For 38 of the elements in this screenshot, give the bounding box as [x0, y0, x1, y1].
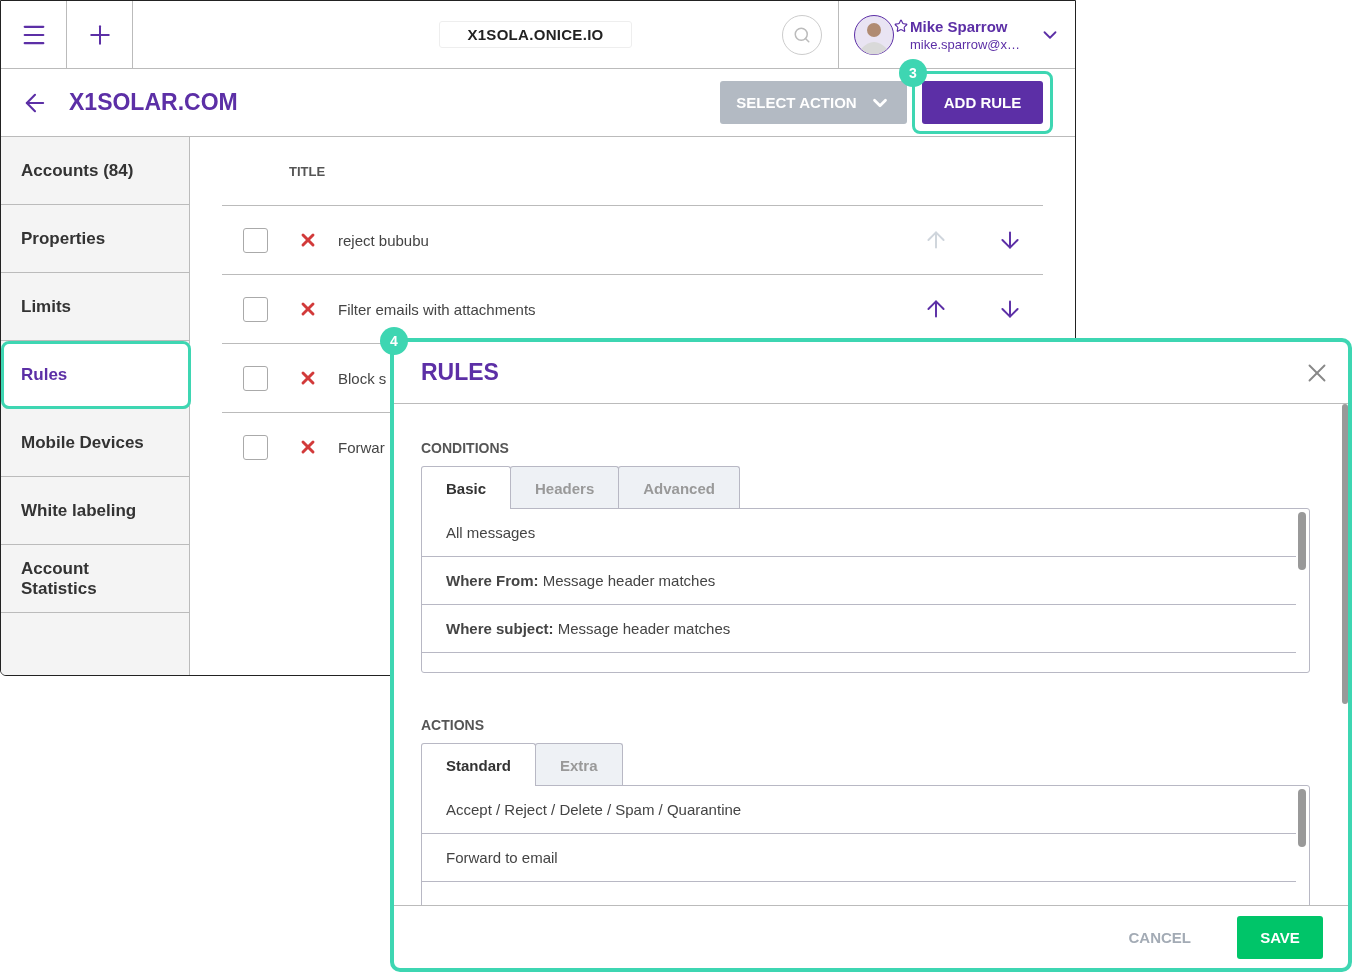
list-option[interactable]: Forward to email — [422, 834, 1296, 882]
step-badge: 3 — [899, 59, 927, 87]
scrollbar[interactable] — [1298, 789, 1306, 847]
sidebar-item[interactable]: White labeling — [1, 477, 189, 545]
list-option[interactable]: Accept / Reject / Delete / Spam / Quarantine — [422, 786, 1296, 834]
list-option[interactable]: All messages — [422, 509, 1296, 557]
star-icon[interactable] — [894, 19, 908, 33]
rule-title: Block s — [338, 369, 387, 387]
tab[interactable]: Standard — [421, 743, 536, 786]
sidebar-item[interactable]: Account Statistics — [1, 545, 189, 613]
section-label: CONDITIONS — [421, 440, 510, 456]
domain-label: X1SOLA.ONICE.IO — [439, 21, 632, 48]
rule-title: Forwar — [338, 438, 385, 456]
checkbox[interactable] — [243, 296, 268, 322]
tab[interactable]: Basic — [421, 466, 512, 509]
scrollbar[interactable] — [1342, 404, 1348, 704]
checkbox[interactable] — [243, 227, 268, 253]
page-title: X1SOLAR.COM — [69, 89, 238, 116]
column-header: TITLE — [289, 163, 326, 179]
scrollbar[interactable] — [1298, 512, 1306, 570]
avatar — [854, 14, 894, 55]
user-name: Mike Sparrow — [910, 17, 1009, 35]
checkbox[interactable] — [243, 434, 268, 460]
section-label: ACTIONS — [421, 717, 485, 733]
list-option[interactable]: Where From: Message header matches — [422, 557, 1296, 605]
rule-title: Filter emails with attachments — [338, 300, 536, 318]
add-rule-button[interactable]: ADD RULE — [922, 81, 1043, 124]
step-badge: 4 — [380, 327, 408, 355]
sidebar-item[interactable]: Accounts (84) — [1, 137, 189, 205]
sidebar-item[interactable]: Properties — [1, 205, 189, 273]
sidebar-item[interactable]: Rules — [1, 341, 191, 409]
user-email: mike.sparrow@x… — [910, 36, 1020, 52]
rule-title: reject bububu — [338, 231, 429, 249]
checkbox[interactable] — [243, 365, 268, 391]
list-option[interactable]: Where subject: Message header matches — [422, 605, 1296, 653]
sidebar-item[interactable]: Mobile Devices — [1, 409, 189, 477]
search-icon — [793, 25, 811, 44]
dialog-title: RULES — [421, 359, 499, 386]
